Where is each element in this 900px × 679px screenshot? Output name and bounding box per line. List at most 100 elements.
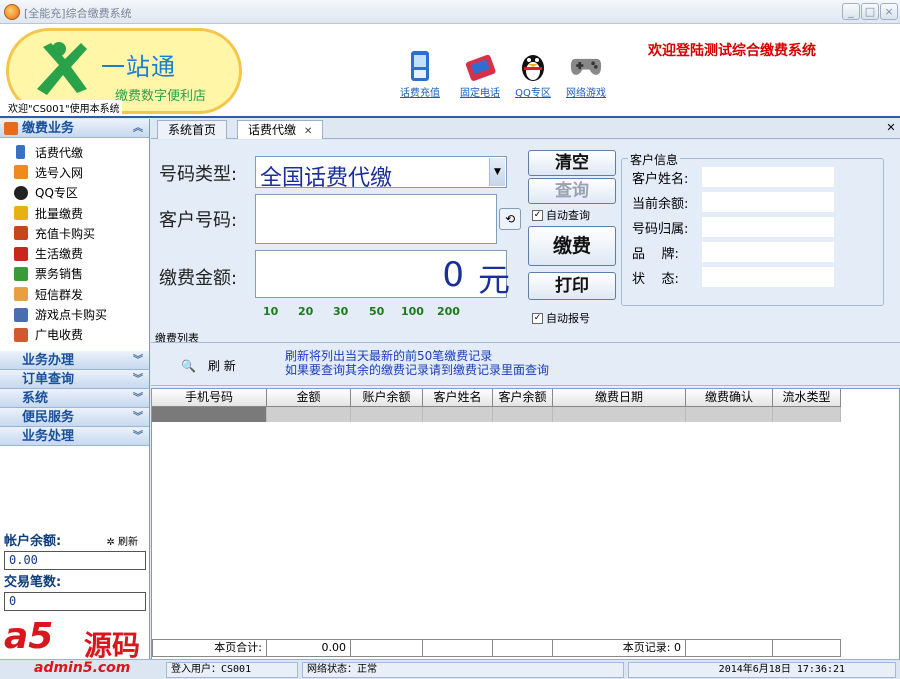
payment-section-icon: [4, 122, 18, 135]
tab-phone-bill[interactable]: 话费代缴 ✕: [237, 120, 324, 139]
toolbar-label: 固定电话: [460, 88, 500, 99]
chevron-down-icon[interactable]: ︾: [133, 427, 143, 446]
watermark-logo: a5 源码 admin5.com: [4, 616, 164, 676]
col-customer-name[interactable]: 客户姓名: [423, 389, 493, 407]
col-phone[interactable]: 手机号码: [152, 389, 267, 407]
menu-label: 广电收费: [35, 328, 84, 343]
brand-field[interactable]: [702, 242, 834, 262]
sidebar-item-qq[interactable]: QQ专区: [0, 183, 149, 203]
minimize-button[interactable]: _: [842, 3, 860, 20]
chevron-up-icon[interactable]: ︽: [133, 119, 143, 138]
chevron-down-icon[interactable]: ︾: [133, 408, 143, 427]
toolbar-qq[interactable]: QQ专区: [505, 50, 561, 99]
sidebar: 缴费业务 ︽ 话费代缴 选号入网 QQ专区 批量缴费 充值卡购买 生活缴费 票务…: [0, 119, 150, 659]
quick-amount-100[interactable]: 100: [401, 305, 424, 318]
col-pay-confirm[interactable]: 缴费确认: [686, 389, 773, 407]
batch-pay-icon: [14, 206, 28, 221]
chevron-down-icon[interactable]: ︾: [133, 370, 143, 389]
title-bar: [全能充]综合缴费系统 _ □ ×: [0, 0, 900, 24]
sidebar-item-recharge-card[interactable]: 充值卡购买: [0, 223, 149, 243]
tab-home[interactable]: 系统首页: [157, 120, 228, 139]
sidebar-item-utilities[interactable]: 生活缴费: [0, 243, 149, 263]
amount-input[interactable]: 0 元: [255, 250, 510, 299]
menu-label: 游戏点卡购买: [35, 308, 108, 323]
welcome-banner: 欢迎登陆测试综合缴费系统: [648, 43, 816, 59]
toolbar-landline[interactable]: 固定电话: [452, 50, 508, 99]
mobile-icon: [16, 145, 25, 160]
balance-refresh-button[interactable]: ✲ 刷新: [106, 533, 138, 548]
toolbar-mobile-recharge[interactable]: 话费充值: [392, 50, 448, 99]
tx-count-label: 交易笔数:: [4, 575, 62, 590]
toolbar-online-games[interactable]: 网络游戏: [558, 50, 614, 99]
col-amount[interactable]: 金额: [267, 389, 351, 407]
status-field[interactable]: [702, 267, 834, 287]
quick-amount-200[interactable]: 200: [437, 305, 460, 318]
sidebar-item-cable-tv[interactable]: 广电收费: [0, 325, 149, 345]
grid-header: 手机号码 金额 账户余额 客户姓名 客户余额 缴费日期 缴费确认 流水类型: [152, 389, 841, 407]
balance-value: 0.00: [4, 551, 146, 570]
col-customer-balance[interactable]: 客户余额: [493, 389, 553, 407]
chevron-down-icon[interactable]: ︾: [133, 351, 143, 370]
close-button[interactable]: ×: [880, 3, 898, 20]
col-flow-type[interactable]: 流水类型: [773, 389, 841, 407]
sidebar-section-orders[interactable]: 订单查询 ︾: [0, 369, 149, 389]
sidebar-item-game-card[interactable]: 游戏点卡购买: [0, 304, 149, 324]
sidebar-section-services[interactable]: 便民服务 ︾: [0, 407, 149, 427]
payment-list-toolbar: 🔍 刷 新 刷新将列出当天最新的前50笔缴费记录 如果要查询其余的缴费记录请到缴费记…: [151, 342, 900, 386]
sidebar-item-select-number[interactable]: 选号入网: [0, 162, 149, 182]
qq-penguin-icon: [517, 50, 549, 82]
col-pay-date[interactable]: 缴费日期: [553, 389, 686, 407]
payment-grid: 手机号码 金额 账户余额 客户姓名 客户余额 缴费日期 缴费确认 流水类型 本页…: [151, 388, 900, 660]
sidebar-section-payment[interactable]: 缴费业务 ︽: [0, 119, 149, 138]
chevron-down-icon[interactable]: ︾: [133, 389, 143, 408]
number-type-value: 全国话费代缴: [260, 166, 393, 191]
customer-balance-field[interactable]: [702, 192, 834, 212]
table-row[interactable]: [152, 407, 841, 422]
toolbar-label: 话费充值: [400, 88, 440, 99]
query-button[interactable]: 查询: [528, 178, 616, 204]
refresh-icon: ✲: [106, 537, 118, 548]
sidebar-item-tickets[interactable]: 票务销售: [0, 264, 149, 284]
welcome-user-text: 欢迎"CS001"使用本系统: [6, 100, 122, 115]
section-title: 订单查询: [22, 371, 75, 387]
customer-name-row: 客户姓名:: [632, 167, 882, 187]
col-account-balance[interactable]: 账户余额: [351, 389, 423, 407]
footer-total-value: 0.00: [267, 639, 351, 657]
quick-amount-50[interactable]: 50: [369, 305, 384, 318]
sidebar-section-system[interactable]: 系统 ︾: [0, 388, 149, 408]
number-region-field[interactable]: [702, 217, 834, 237]
number-type-select[interactable]: 全国话费代缴 ▼: [255, 156, 507, 191]
quick-amount-30[interactable]: 30: [333, 305, 348, 318]
pay-button[interactable]: 缴费: [528, 226, 616, 266]
logo-sub-text: 缴费数字便利店: [115, 89, 207, 104]
sidebar-item-phone-bill[interactable]: 话费代缴: [0, 142, 149, 162]
window-title: [全能充]综合缴费系统: [24, 7, 132, 20]
main-panel: 号码类型: 全国话费代缴 ▼ 客户号码: ⟲ 缴费金额: 0 元 10 20 3…: [151, 140, 900, 660]
footer-total-label: 本页合计:: [152, 639, 267, 657]
menu-label: 充值卡购买: [35, 226, 96, 241]
auto-report-checkbox[interactable]: ✓ 自动报号: [532, 310, 590, 326]
watermark-domain: admin5.com: [34, 660, 131, 676]
customer-number-input[interactable]: [255, 194, 497, 244]
tab-close-icon[interactable]: ✕: [304, 126, 312, 137]
customer-info-legend: 客户信息: [628, 151, 681, 168]
auto-query-checkbox[interactable]: ✓ 自动查询: [532, 207, 590, 223]
sidebar-item-batch-pay[interactable]: 批量缴费: [0, 203, 149, 223]
quick-amount-10[interactable]: 10: [263, 305, 278, 318]
brand-row: 品 牌:: [632, 242, 882, 262]
chevron-down-icon[interactable]: ▼: [489, 158, 505, 186]
maximize-button[interactable]: □: [861, 3, 879, 20]
quick-amount-20[interactable]: 20: [298, 305, 313, 318]
close-all-tabs-icon[interactable]: ✕: [884, 121, 898, 135]
sidebar-section-processing[interactable]: 业务处理 ︾: [0, 426, 149, 446]
history-lookup-button[interactable]: ⟲: [499, 208, 521, 230]
print-button[interactable]: 打印: [528, 272, 616, 300]
menu-label: QQ专区: [35, 186, 78, 201]
menu-label: 生活缴费: [35, 247, 84, 262]
sidebar-item-sms[interactable]: 短信群发: [0, 284, 149, 304]
clear-button[interactable]: 清空: [528, 150, 616, 176]
tx-count-value: 0: [4, 592, 146, 611]
sidebar-section-business[interactable]: 业务办理 ︾: [0, 350, 149, 370]
list-refresh-button[interactable]: 🔍 刷 新: [181, 357, 236, 374]
customer-name-field[interactable]: [702, 167, 834, 187]
